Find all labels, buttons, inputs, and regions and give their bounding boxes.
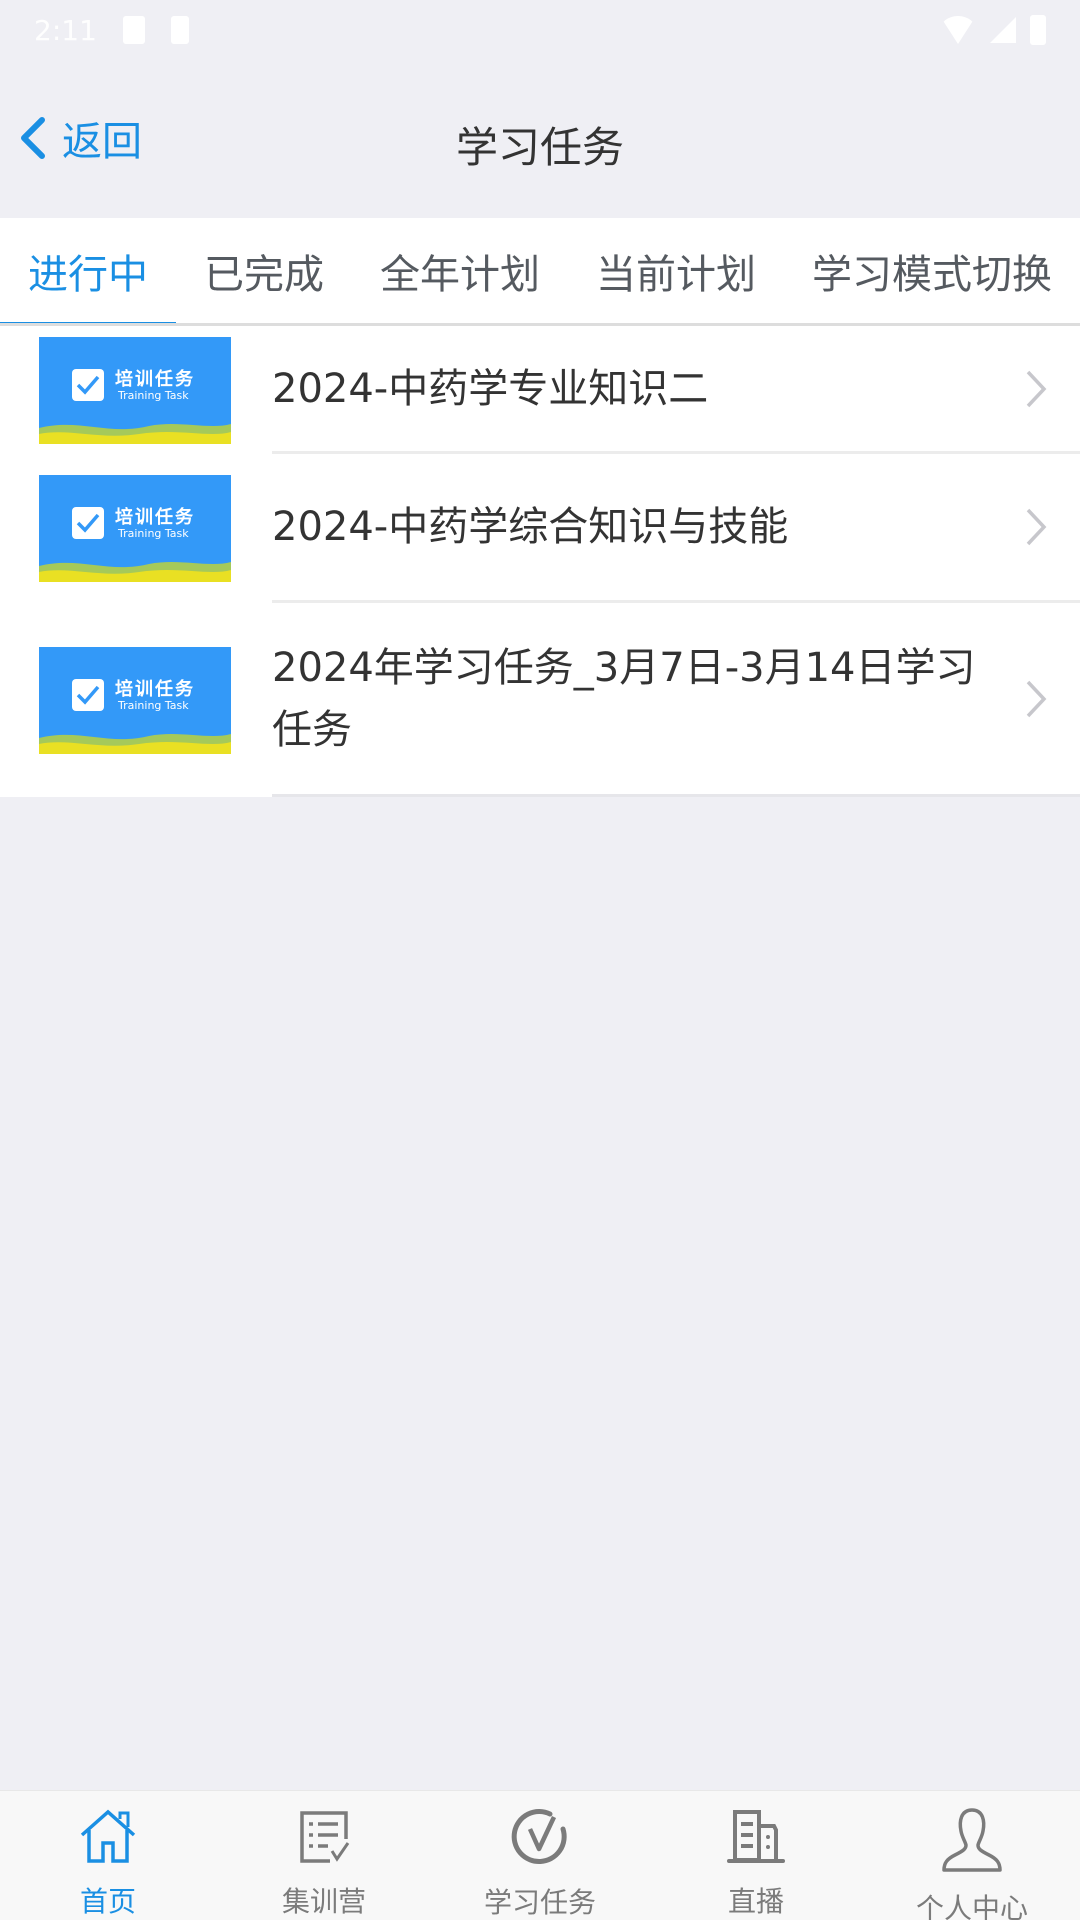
task-thumbnail: 培训任务 Training Task <box>39 336 231 444</box>
tab-bar: 进行中 已完成 全年计划 当前计划 学习模式切换 <box>0 218 1080 326</box>
bottom-nav-label: 学习任务 <box>483 1886 596 1919</box>
task-title: 2024-中药学专业知识二 <box>272 365 709 412</box>
task-item[interactable]: 培训任务 Training Task 2024-中药学专业知识二 <box>0 326 1080 454</box>
nav-bar: 返回 学习任务 <box>0 60 1080 218</box>
bottom-navigation: 首页 集训营 学习任务 直播 个人中心 <box>0 1790 1080 1920</box>
tab-current-plan[interactable]: 当前计划 <box>568 218 784 323</box>
checkbox-icon <box>72 678 104 711</box>
task-list: 培训任务 Training Task 2024-中药学专业知识二 培训任务 Tr… <box>0 326 1080 797</box>
bottom-nav-label: 直播 <box>727 1885 784 1918</box>
image-notification-icon <box>122 16 145 44</box>
checkbox-icon <box>72 507 104 539</box>
chevron-right-icon <box>1006 679 1066 719</box>
task-thumbnail: 培训任务 Training Task <box>39 646 231 754</box>
tab-annual-plan[interactable]: 全年计划 <box>352 218 568 323</box>
bottom-nav-training-camp[interactable]: 集训营 <box>216 1791 432 1920</box>
tab-switch-study-mode[interactable]: 学习模式切换 <box>784 218 1080 323</box>
text-notification-icon <box>170 16 189 44</box>
thumbnail-title-en: Training Task <box>118 527 189 540</box>
status-time: 2:11 <box>34 13 97 47</box>
bottom-nav-profile[interactable]: 个人中心 <box>864 1791 1080 1920</box>
task-title: 2024-中药学综合知识与技能 <box>272 504 789 550</box>
bottom-nav-live[interactable]: 直播 <box>648 1791 864 1920</box>
page-title: 学习任务 <box>455 123 624 172</box>
task-title: 2024年学习任务_3月7日-3月14日学习任务 <box>272 644 976 753</box>
task-thumbnail: 培训任务 Training Task <box>39 475 231 582</box>
building-icon <box>726 1807 786 1866</box>
wave-decoration <box>39 562 231 582</box>
wave-decoration <box>39 423 231 444</box>
check-circle-icon <box>510 1807 570 1867</box>
thumbnail-title-cn: 培训任务 <box>115 368 195 390</box>
bottom-nav-label: 首页 <box>79 1885 136 1918</box>
chevron-right-icon <box>1006 369 1066 409</box>
bottom-nav-study-tasks[interactable]: 学习任务 <box>432 1791 648 1920</box>
bottom-nav-label: 集训营 <box>281 1885 366 1918</box>
wave-decoration <box>39 733 231 754</box>
thumbnail-title-cn: 培训任务 <box>115 678 195 700</box>
chevron-right-icon <box>1006 507 1066 547</box>
battery-icon <box>1030 15 1046 45</box>
signal-icon <box>990 17 1016 43</box>
bottom-nav-label: 个人中心 <box>915 1892 1028 1920</box>
bottom-nav-home[interactable]: 首页 <box>0 1791 216 1920</box>
thumbnail-title-en: Training Task <box>118 698 189 712</box>
tab-completed[interactable]: 已完成 <box>176 218 352 323</box>
task-item[interactable]: 培训任务 Training Task 2024年学习任务_3月7日-3月14日学… <box>0 603 1080 797</box>
thumbnail-title-cn: 培训任务 <box>115 507 195 528</box>
home-icon <box>78 1807 138 1866</box>
task-item[interactable]: 培训任务 Training Task 2024-中药学综合知识与技能 <box>0 454 1080 603</box>
checklist-icon <box>296 1807 352 1866</box>
checkbox-icon <box>72 368 104 401</box>
tab-in-progress[interactable]: 进行中 <box>0 218 176 323</box>
status-bar: 2:11 <box>0 0 1080 60</box>
thumbnail-title-en: Training Task <box>118 388 189 402</box>
person-icon <box>939 1807 1005 1873</box>
wifi-icon <box>940 16 976 44</box>
